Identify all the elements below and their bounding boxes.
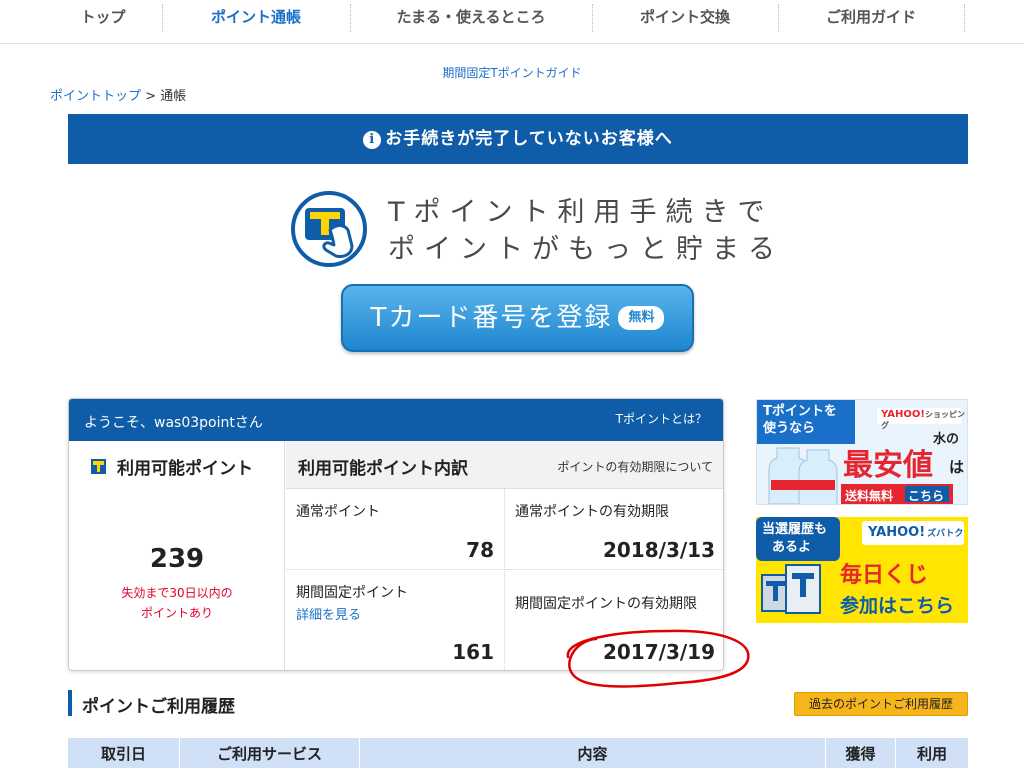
fixed-points-value: 161 (452, 640, 494, 664)
breadcrumb-separator: > (141, 89, 161, 104)
register-button-label: Tカード番号を登録 (370, 303, 613, 333)
ad2-brand-sub: ズバトク (927, 529, 964, 539)
ad2-line-2: あるよ (772, 540, 812, 555)
cell-divider (504, 489, 505, 670)
tcard-hand-icon (291, 191, 367, 267)
breadcrumb-current: 通帳 (160, 89, 187, 104)
ad1-headline: 最安値 (843, 448, 933, 483)
ad1-brand: YAHOO! (881, 409, 925, 420)
welcome-text: ようこそ、was03pointさん (84, 415, 263, 431)
history-title-accent (68, 690, 72, 716)
past-history-button[interactable]: 過去のポイントご利用履歴 (794, 692, 968, 716)
yahoo-lottery-ad[interactable]: 当選履歴も あるよ YAHOO! ズバトク 毎日くじ 参加はこちら (756, 517, 968, 623)
info-icon: i (363, 131, 382, 149)
ad1-water-label: 水の (933, 432, 960, 447)
top-nav: トップ ポイント通帳 たまる・使えるところ ポイント交換 ご利用ガイド (0, 0, 1024, 44)
breakdown-header: 利用可能ポイント内訳 ポイントの有効期限について (286, 441, 723, 489)
incomplete-procedure-banner[interactable]: i お手続きが完了していないお客様へ (68, 114, 968, 164)
ad1-line-2: 使うなら (763, 421, 816, 436)
ad2-line-1: 当選履歴も (762, 522, 828, 537)
fixed-point-guide-link[interactable]: 期間固定Tポイントガイド (0, 64, 1024, 81)
fixed-expiry-label: 期間固定ポイントの有効期限 (515, 596, 697, 612)
expiry-info-link[interactable]: ポイントの有効期限について (557, 458, 713, 475)
ad2-headline: 毎日くじ (840, 563, 929, 588)
promo-line-2: ポイントがもっと貯まる (388, 234, 784, 265)
nav-divider (964, 4, 965, 32)
expiry-warning-line-2: ポイントあり (140, 606, 213, 620)
normal-points-cell: 通常ポイント 78 (286, 489, 504, 570)
nav-item-where-to-earn[interactable]: たまる・使えるところ (350, 0, 592, 34)
column-earned: 獲得 (826, 738, 896, 768)
point-card-header: ようこそ、was03pointさん Tポイントとは？ (69, 399, 723, 441)
nav-item-passbook[interactable]: ポイント通帳 (162, 0, 350, 34)
promo-line-1: Tポイント利用手続きで (388, 197, 774, 228)
column-service: ご利用サービス (180, 738, 360, 768)
normal-expiry-label: 通常ポイントの有効期限 (515, 504, 669, 520)
yahoo-zubatoku-logo: YAHOO! ズバトク (868, 525, 963, 540)
about-tpoint-link[interactable]: Tポイントとは？ (616, 410, 707, 427)
available-points-total: 239 (149, 544, 205, 574)
column-used: 利用 (916, 745, 947, 763)
available-points-panel: 利用可能ポイント 239 失効まで30日以内の ポイントあり (69, 441, 285, 670)
normal-points-value: 78 (466, 538, 494, 562)
ad2-cta: 参加はこちら (840, 595, 955, 617)
ad1-line-1: Tポイントを (763, 404, 837, 419)
nav-item-top[interactable]: トップ (44, 0, 162, 34)
ad1-headline-suffix: は (949, 458, 965, 476)
history-title: ポイントご利用履歴 (82, 697, 235, 717)
ad1-cta: こちら (908, 489, 945, 503)
fixed-points-label: 期間固定ポイント (296, 585, 408, 601)
expiry-warning-line-1: 失効まで30日以内の (121, 586, 233, 600)
breadcrumb-home-link[interactable]: ポイントトップ (50, 89, 141, 104)
normal-expiry-cell: 通常ポイントの有効期限 2018/3/13 (505, 489, 723, 570)
register-tcard-button[interactable]: Tカード番号を登録 無料 (341, 284, 694, 352)
ad2-brand: YAHOO! (868, 525, 926, 540)
available-points-title: 利用可能ポイント (117, 459, 253, 479)
ad1-free-shipping: 送料無料 (845, 489, 894, 503)
normal-points-label: 通常ポイント (296, 504, 380, 520)
promo-text: Tポイント利用手続きで ポイントがもっと貯まる (388, 194, 784, 268)
red-annotation-circle (566, 629, 750, 688)
column-date: 取引日 (68, 738, 180, 768)
notice-text: お手続きが完了していないお客様へ (385, 129, 673, 149)
breakdown-title: 利用可能ポイント内訳 (298, 459, 468, 479)
normal-expiry-value: 2018/3/13 (602, 538, 715, 562)
fixed-points-detail-link[interactable]: 詳細を見る (296, 604, 361, 623)
ad2-tagline: 当選履歴も あるよ (762, 521, 827, 557)
expiry-warning: 失効まで30日以内の ポイントあり (69, 583, 285, 623)
yahoo-shopping-ad[interactable]: Tポイントを 使うなら YAHOO!ショッピング 水の 最安値 は 送料無料 こ… (756, 399, 968, 505)
breadcrumb: ポイントトップ > 通帳 (50, 85, 186, 104)
free-badge: 無料 (618, 306, 665, 330)
nav-item-exchange[interactable]: ポイント交換 (592, 0, 778, 34)
fixed-points-cell: 期間固定ポイント 詳細を見る 161 (286, 570, 504, 670)
ad1-tagline: Tポイントを 使うなら (763, 403, 837, 437)
tpoint-icon (91, 459, 106, 474)
column-content: 内容 (360, 738, 826, 768)
nav-item-guide[interactable]: ご利用ガイド (778, 0, 964, 34)
history-table-header: 取引日 ご利用サービス 内容 獲得 利用 (68, 738, 968, 768)
